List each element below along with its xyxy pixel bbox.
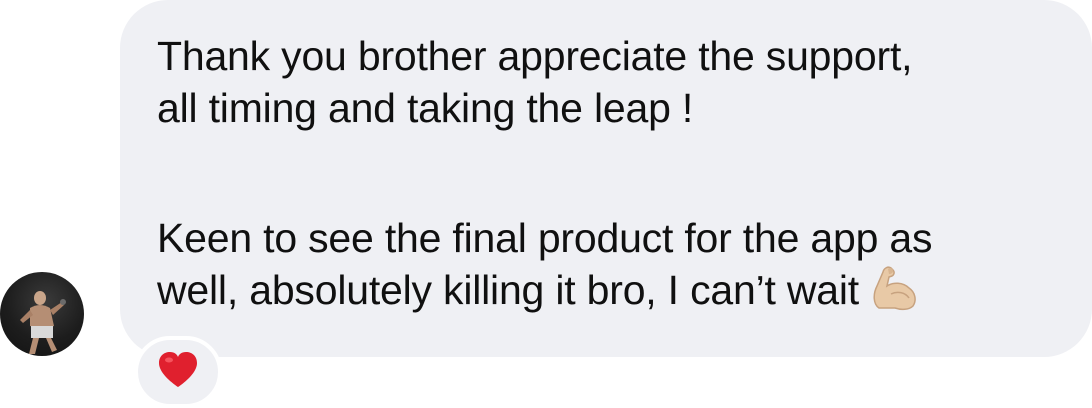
message-line: Keen to see the final product for the ap… — [157, 215, 933, 261]
message-bubble[interactable]: Thank you brother appreciate the support… — [120, 0, 1092, 357]
heart-icon — [157, 351, 199, 394]
message-thread: Thank you brother appreciate the support… — [0, 0, 1092, 408]
message-text: Keen to see the final product for the ap… — [157, 212, 1062, 324]
avatar[interactable] — [0, 272, 84, 356]
message-line: well, absolutely killing it bro, I can’t… — [157, 267, 859, 313]
message-text: Thank you brother appreciate the support… — [157, 30, 1062, 134]
message-line: all timing and taking the leap ! — [157, 85, 694, 131]
flexed-biceps-icon — [869, 264, 921, 324]
person-photo-icon — [20, 291, 66, 354]
message-line: Thank you brother appreciate the support… — [157, 33, 913, 79]
reaction-badge[interactable] — [134, 336, 222, 408]
